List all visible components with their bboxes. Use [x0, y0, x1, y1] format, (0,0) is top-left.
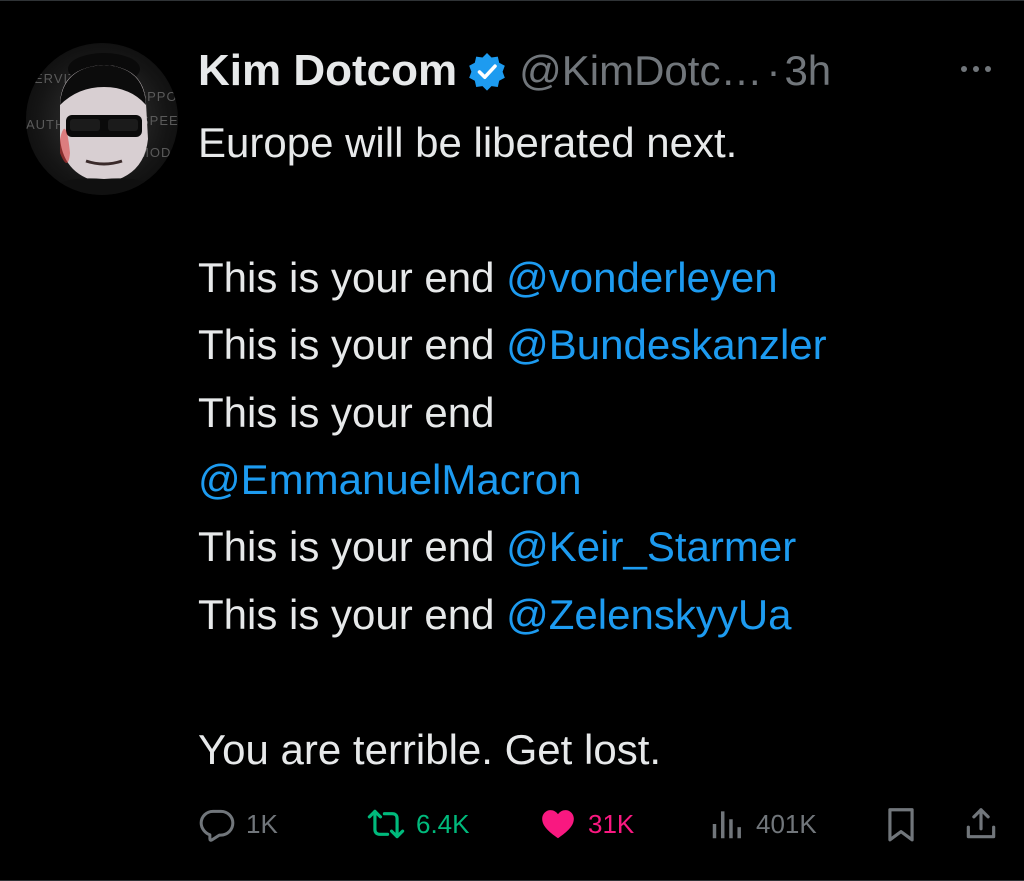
tweet-text: Europe will be liberated next. This is y…: [198, 109, 998, 783]
verified-badge-icon: [469, 53, 505, 91]
reply-button[interactable]: 1K: [198, 801, 278, 847]
author-name[interactable]: Kim Dotcom: [198, 46, 457, 96]
more-options-icon[interactable]: [956, 59, 996, 79]
repost-button[interactable]: 6.4K: [366, 801, 470, 847]
tweet-line: This is your end: [198, 388, 495, 436]
action-bar: 1K 6.4K 31K 401K: [198, 801, 998, 847]
share-button[interactable]: [962, 801, 1010, 847]
tweet-line: Europe will be liberated next.: [198, 119, 738, 166]
tweet-line: @EmmanuelMacron: [198, 446, 998, 513]
like-button[interactable]: 31K: [538, 801, 634, 847]
avatar-portrait: [46, 53, 162, 195]
view-count: 401K: [756, 808, 817, 839]
timestamp[interactable]: 3h: [784, 47, 831, 95]
mention-link[interactable]: @Keir_Starmer: [506, 523, 796, 570]
avatar[interactable]: ERVIT AUTH OPPO SPEEC MODEL: [26, 43, 178, 195]
tweet-line: This is your end @Keir_Starmer: [198, 523, 797, 571]
reply-count: 1K: [246, 808, 278, 839]
author-handle[interactable]: @KimDotc…: [519, 47, 762, 95]
heart-icon: [542, 810, 574, 839]
bookmark-button[interactable]: [882, 801, 930, 847]
tweet-header: Kim Dotcom @KimDotc… · 3h: [198, 41, 831, 101]
tweet-line: This is your end @ZelenskyyUa: [198, 590, 792, 638]
tweet-line: This is your end @vonderleyen: [198, 253, 778, 301]
repost-icon: [367, 809, 405, 839]
bookmark-icon: [888, 808, 914, 842]
mention-link[interactable]: @ZelenskyyUa: [506, 591, 791, 638]
share-icon: [966, 808, 996, 839]
tweet-line: This is your end @Bundeskanzler: [198, 321, 827, 369]
views-button[interactable]: 401K: [708, 801, 817, 847]
mention-link[interactable]: @EmmanuelMacron: [198, 456, 581, 503]
views-icon: [712, 811, 741, 839]
mention-link[interactable]: @Bundeskanzler: [506, 321, 826, 368]
like-count: 31K: [588, 808, 635, 839]
mention-link[interactable]: @vonderleyen: [506, 254, 777, 301]
repost-count: 6.4K: [416, 808, 470, 839]
reply-icon: [199, 809, 235, 842]
separator-dot: ·: [766, 47, 781, 94]
tweet-line: You are terrible. Get lost.: [198, 725, 662, 773]
tweet-card[interactable]: ERVIT AUTH OPPO SPEEC MODEL Kim Dotcom @…: [0, 0, 1024, 881]
